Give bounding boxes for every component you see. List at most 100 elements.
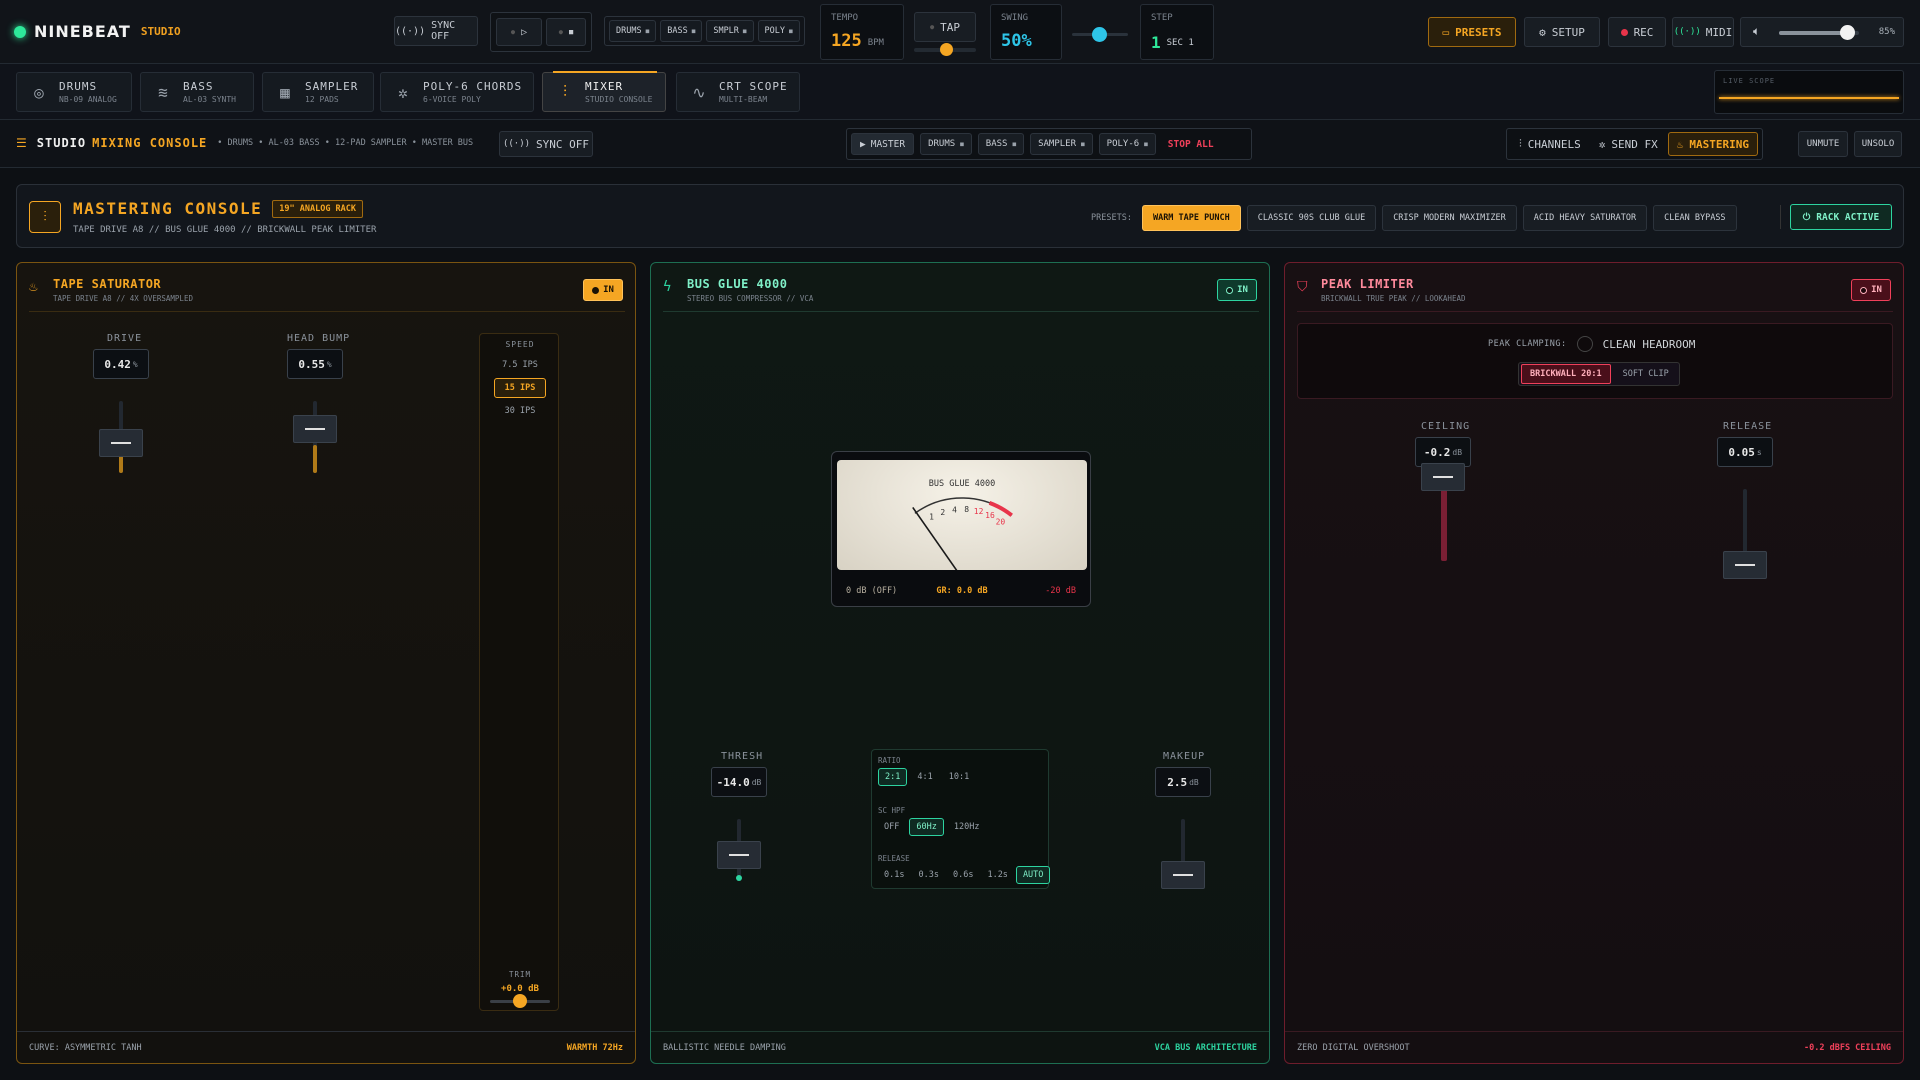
rec-button[interactable]: REC	[1608, 17, 1666, 47]
mastering-title: MASTERING CONSOLE	[73, 199, 263, 218]
speed-30-option[interactable]: 30 IPS	[480, 406, 560, 416]
makeup-fader-cap[interactable]	[1161, 861, 1205, 889]
thresh-value[interactable]: -14.0 dB	[711, 767, 767, 797]
glue-footer: BALLISTIC NEEDLE DAMPING VCA BUS ARCHITE…	[651, 1031, 1269, 1063]
mastering-view-button[interactable]: ♨ MASTERING	[1667, 132, 1758, 156]
clamp-indicator-icon[interactable]	[1576, 336, 1593, 352]
ceiling-fader-cap[interactable]	[1421, 463, 1465, 491]
vu-tick-label: 4	[952, 505, 957, 514]
view-switcher: ⫶ CHANNELS ✲ SEND FX ♨ MASTERING	[1506, 128, 1763, 160]
ratio-option-2-1[interactable]: 2:1	[878, 768, 908, 786]
head-bump-value[interactable]: 0.55%	[287, 349, 343, 379]
tab-bass[interactable]: ≋ BASS AL-03 SYNTH	[140, 72, 254, 112]
channel-chip-bass[interactable]: BASS ■	[977, 133, 1025, 155]
sc-hpf-option-off[interactable]: OFF	[878, 819, 905, 835]
release-option-0-6s[interactable]: 0.6s	[947, 867, 979, 883]
preset-classic-90s-club-glue[interactable]: CLASSIC 90S CLUB GLUE	[1246, 205, 1377, 231]
pattern-chip-smplr[interactable]: SMPLR ■	[706, 20, 754, 42]
preset-acid-heavy-saturator[interactable]: ACID HEAVY SATURATOR	[1522, 205, 1648, 231]
sc-hpf-option-60hz[interactable]: 60Hz	[909, 818, 944, 836]
shield-icon: ⛉	[1297, 279, 1308, 295]
swing-slider[interactable]	[1072, 27, 1128, 42]
stop-all-button[interactable]: STOP ALL	[1162, 139, 1220, 150]
tap-button[interactable]: ● TAP	[914, 12, 976, 42]
drive-value[interactable]: 0.42%	[93, 349, 149, 379]
stop-icon: ■	[569, 28, 574, 36]
folder-icon: ▭	[1442, 25, 1450, 39]
top-bar: NINEBEAT STUDIO ((·)) SYNC OFF ● ▷ ● ■ DR…	[0, 0, 1920, 64]
drive-fader-cap[interactable]	[99, 429, 143, 457]
makeup-value[interactable]: 2.5 dB	[1155, 767, 1211, 797]
brickwall-mode-button[interactable]: BRICKWALL 20:1	[1521, 364, 1611, 384]
limiter-in-button[interactable]: IN	[1851, 279, 1891, 301]
sc-hpf-option-120hz[interactable]: 120Hz	[948, 819, 986, 835]
head-bump-fader-cap[interactable]	[293, 415, 337, 443]
trim-slider[interactable]	[490, 994, 550, 1008]
pattern-chip-poly[interactable]: POLY ■	[757, 20, 800, 42]
channel-chip-poly-6[interactable]: POLY-6 ■	[1098, 133, 1156, 155]
swing-slider-thumb[interactable]	[1092, 27, 1107, 42]
master-button[interactable]: ▶ MASTER	[851, 133, 915, 155]
send-fx-view-button[interactable]: ✲ SEND FX	[1591, 132, 1666, 156]
trim-slider-thumb[interactable]	[513, 994, 527, 1008]
volume-thumb[interactable]	[1840, 25, 1855, 40]
bus-glue-panel: ϟ BUS GLUE 4000 STEREO BUS COMPRESSOR //…	[650, 262, 1270, 1064]
tab-crt-scope[interactable]: ∿ CRT SCOPE MULTI-BEAM	[676, 72, 800, 112]
console-sync-button[interactable]: ((·)) SYNC OFF	[499, 131, 593, 157]
broadcast-icon: ((·))	[502, 139, 531, 149]
tab-mixer[interactable]: ⫶ MIXER STUDIO CONSOLE	[542, 71, 666, 112]
tap-slider-thumb[interactable]	[940, 43, 953, 56]
limiter-release-fader-cap[interactable]	[1723, 551, 1767, 579]
unmute-button[interactable]: UNMUTE	[1798, 131, 1848, 157]
release-option-1-2s[interactable]: 1.2s	[981, 867, 1013, 883]
sparkle-icon: ✲	[398, 82, 408, 102]
midi-button[interactable]: ((·)) MIDI	[1672, 17, 1734, 47]
sliders-icon: ⫶	[1519, 137, 1522, 150]
channel-chip-sampler[interactable]: SAMPLER ■	[1030, 133, 1093, 155]
rack-active-button[interactable]: ⏻ RACK ACTIVE	[1790, 204, 1892, 230]
stop-button[interactable]: ● ■	[546, 18, 586, 46]
swing-display[interactable]: SWING 50%	[990, 4, 1062, 60]
play-icon: ▶	[860, 138, 866, 150]
tempo-display[interactable]: TEMPO 125 BPM	[820, 4, 904, 60]
vu-tick-label: 2	[940, 508, 945, 517]
preset-warm-tape-punch[interactable]: WARM TAPE PUNCH	[1141, 205, 1241, 231]
unsolo-button[interactable]: UNSOLO	[1854, 131, 1902, 157]
bolt-icon: ϟ	[663, 279, 672, 295]
pattern-chip-drums[interactable]: DRUMS ■	[609, 20, 657, 42]
release-option-0-1s[interactable]: 0.1s	[878, 867, 910, 883]
release-option-auto[interactable]: AUTO	[1015, 866, 1051, 884]
tab-drums[interactable]: ◎ DRUMS NB-09 ANALOG	[16, 72, 132, 112]
release-option-0-3s[interactable]: 0.3s	[912, 867, 944, 883]
setup-button[interactable]: ⚙ SETUP	[1524, 17, 1600, 47]
sync-button[interactable]: ((·)) SYNC OFF	[394, 16, 478, 46]
play-button[interactable]: ● ▷	[496, 18, 542, 46]
soft-clip-mode-button[interactable]: SOFT CLIP	[1615, 365, 1677, 383]
preset-clean-bypass[interactable]: CLEAN BYPASS	[1653, 205, 1737, 231]
tab-sampler[interactable]: ▦ SAMPLER 12 PADS	[262, 72, 374, 112]
ceiling-fader-track[interactable]	[1441, 489, 1447, 561]
preset-crisp-modern-maximizer[interactable]: CRISP MODERN MAXIMIZER	[1382, 205, 1517, 231]
vu-tick-label: 8	[964, 505, 969, 514]
speed-15-option[interactable]: 15 IPS	[494, 378, 546, 398]
channel-chip-drums[interactable]: DRUMS ■	[920, 133, 972, 155]
vu-meter: 1 2 4 8 12 16 20 BUS GLUE 4000 0 dB (OFF) GR: 0…	[831, 451, 1091, 607]
glue-in-button[interactable]: IN	[1217, 279, 1257, 301]
ratio-option-4-1[interactable]: 4:1	[911, 769, 938, 785]
channels-view-button[interactable]: ⫶ CHANNELS	[1511, 132, 1589, 156]
mastering-subtitle: TAPE DRIVE A8 // BUS GLUE 4000 // BRICKW…	[73, 225, 377, 235]
presets-button[interactable]: ▭ PRESETS	[1428, 17, 1516, 47]
tap-slider[interactable]	[914, 43, 976, 56]
volume-slider[interactable]	[1779, 25, 1859, 40]
app-name: NINEBEAT	[34, 22, 131, 41]
transport-group: ● ▷ ● ■	[490, 12, 592, 52]
pattern-chip-bass[interactable]: BASS ■	[660, 20, 703, 42]
preset-list: PRESETS: WARM TAPE PUNCH CLASSIC 90S CLUB…	[1091, 205, 1737, 231]
volume-control: 🔈︎ 85%	[1740, 17, 1904, 47]
thresh-fader-cap[interactable]	[717, 841, 761, 869]
speed-7-5-option[interactable]: 7.5 IPS	[480, 360, 560, 370]
tab-poly-6-chords[interactable]: ✲ POLY-6 CHORDS 6-VOICE POLY	[380, 72, 534, 112]
ratio-option-10-1[interactable]: 10:1	[943, 769, 975, 785]
tape-in-button[interactable]: IN	[583, 279, 623, 301]
limiter-release-value[interactable]: 0.05 s	[1717, 437, 1773, 467]
